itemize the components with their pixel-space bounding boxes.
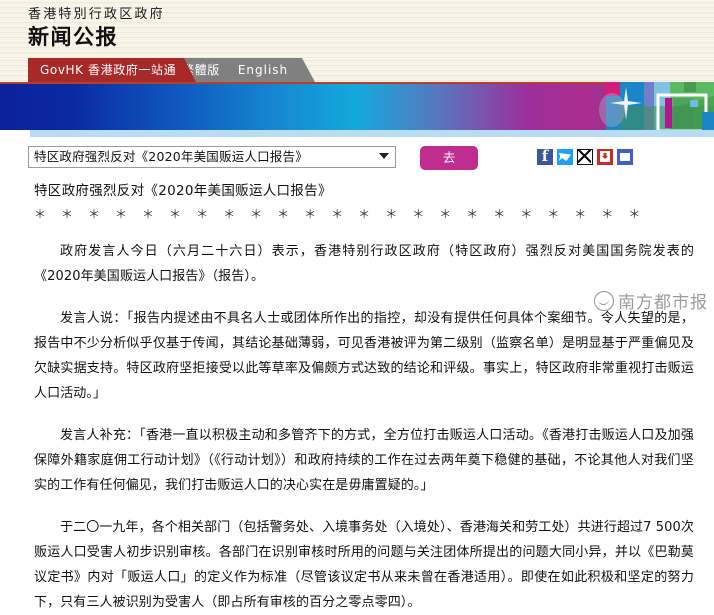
organization-name: 香港特別行政区政府	[28, 7, 165, 22]
chevron-down-icon	[379, 153, 389, 159]
publication-title: 新闻公报	[28, 25, 118, 49]
print-icon[interactable]	[617, 149, 633, 165]
article-separator: ＊ ＊ ＊ ＊ ＊ ＊ ＊ ＊ ＊ ＊ ＊ ＊ ＊ ＊ ＊ ＊ ＊ ＊ ＊ ＊ …	[34, 207, 646, 221]
download-icon[interactable]	[597, 149, 613, 165]
banner-decoration-graphic	[599, 82, 714, 130]
facebook-share-icon[interactable]	[537, 147, 553, 165]
masthead: 香港特別行政区政府 新闻公报	[0, 0, 714, 58]
article-paragraph: 发言人补充：「香港一直以积极主动和多管齐下的方式，全方位打击贩运人口活动。《香港…	[34, 428, 694, 493]
tab-govhk[interactable]: GovHK 香港政府一站通	[28, 58, 197, 82]
banner-gradient	[0, 82, 714, 130]
banner-light-strip	[0, 130, 714, 137]
article-select[interactable]: 特区政府强烈反对《2020年美国贩运人口报告》	[28, 146, 396, 168]
hero-banner	[0, 82, 714, 130]
go-button[interactable]: 去	[420, 146, 479, 170]
article-paragraph: 于二〇一九年，各个相关部门（包括警务处、入境事务处（入境处）、香港海关和劳工处）…	[34, 520, 694, 610]
article-title: 特区政府强烈反对《2020年美国贩运人口报告》	[34, 183, 332, 199]
lang-link-english[interactable]: English	[238, 63, 288, 77]
article-select-value: 特区政府强烈反对《2020年美国贩运人口报告》	[34, 149, 308, 164]
email-share-icon[interactable]	[577, 149, 593, 165]
article-controls: 特区政府强烈反对《2020年美国贩运人口报告》 去	[0, 137, 714, 177]
social-share-bar	[537, 147, 633, 165]
top-nav-strip: GovHK 香港政府一站通 繁體版 English	[0, 58, 714, 82]
twitter-share-icon[interactable]	[557, 149, 573, 165]
article-body: 特区政府强烈反对《2020年美国贩运人口报告》 ＊ ＊ ＊ ＊ ＊ ＊ ＊ ＊ …	[0, 179, 714, 615]
article-paragraph: 发言人说：「报告内提述由不具名人士或团体所作出的指控，却没有提供任何具体个案细节…	[34, 311, 694, 401]
article-paragraph: 政府发言人今日（六月二十六日）表示，香港特别行政区政府（特区政府）强烈反对美国国…	[34, 244, 694, 284]
